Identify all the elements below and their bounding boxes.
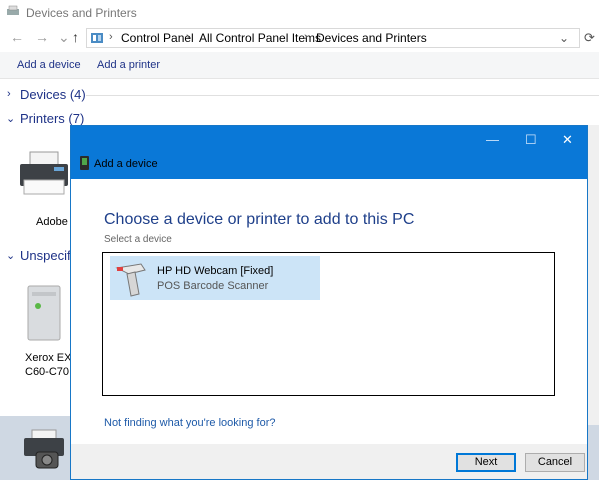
dialog-title: Add a device	[94, 158, 158, 170]
devices-printers-icon	[7, 5, 19, 15]
refresh-icon[interactable]: ⟳	[584, 30, 595, 46]
add-printer-button[interactable]: Add a printer	[97, 59, 160, 71]
add-device-icon	[80, 156, 89, 170]
address-dropdown-icon[interactable]: ⌄	[559, 31, 569, 45]
add-device-dialog: — ☐ ✕ Add a device Choose a device or pr…	[70, 125, 588, 480]
minimize-icon[interactable]: —	[486, 132, 499, 147]
device-name: HP HD Webcam [Fixed]	[157, 265, 274, 277]
breadcrumb-all-items[interactable]: All Control Panel Items	[199, 31, 321, 45]
next-button[interactable]: Next	[456, 453, 516, 472]
dialog-titlebar	[71, 126, 587, 179]
forward-icon[interactable]: →	[35, 29, 49, 45]
up-icon[interactable]: ↑	[72, 29, 79, 45]
scrollbar[interactable]	[588, 125, 599, 425]
chevron-right-icon[interactable]: ›	[7, 88, 11, 100]
printer-tower-icon[interactable]	[26, 284, 62, 342]
maximize-icon[interactable]: ☐	[525, 132, 537, 148]
dialog-subheading: Select a device	[104, 234, 172, 245]
close-icon[interactable]: ✕	[562, 132, 573, 148]
chevron-down-icon[interactable]: ⌄	[6, 249, 15, 262]
breadcrumb-separator: ›	[304, 31, 308, 43]
breadcrumb-devices-printers[interactable]: Devices and Printers	[316, 31, 427, 45]
breadcrumb-control-panel[interactable]: Control Panel	[121, 31, 194, 45]
barcode-scanner-icon	[115, 263, 146, 297]
section-printers[interactable]: Printers (7)	[20, 111, 84, 126]
breadcrumb-separator: ›	[109, 31, 113, 43]
device-type: POS Barcode Scanner	[157, 280, 269, 292]
chevron-down-icon[interactable]: ⌄	[6, 112, 15, 125]
not-finding-link[interactable]: Not finding what you're looking for?	[104, 417, 275, 429]
printer-icon[interactable]	[18, 150, 70, 198]
command-bar	[0, 52, 599, 79]
dialog-heading: Choose a device or printer to add to thi…	[104, 211, 415, 228]
section-devices[interactable]: Devices (4)	[20, 87, 86, 102]
breadcrumb-separator: ›	[186, 31, 190, 43]
cancel-button[interactable]: Cancel	[525, 453, 585, 472]
section-divider	[86, 95, 599, 96]
window-title: Devices and Printers	[26, 6, 137, 20]
control-panel-icon	[91, 33, 103, 43]
recent-dropdown-icon[interactable]: ⌄	[58, 29, 70, 46]
add-device-button[interactable]: Add a device	[17, 59, 81, 71]
camera-printer-icon	[24, 429, 64, 469]
back-icon[interactable]: ←	[10, 29, 24, 45]
section-unspecified[interactable]: Unspecifi	[20, 248, 73, 263]
